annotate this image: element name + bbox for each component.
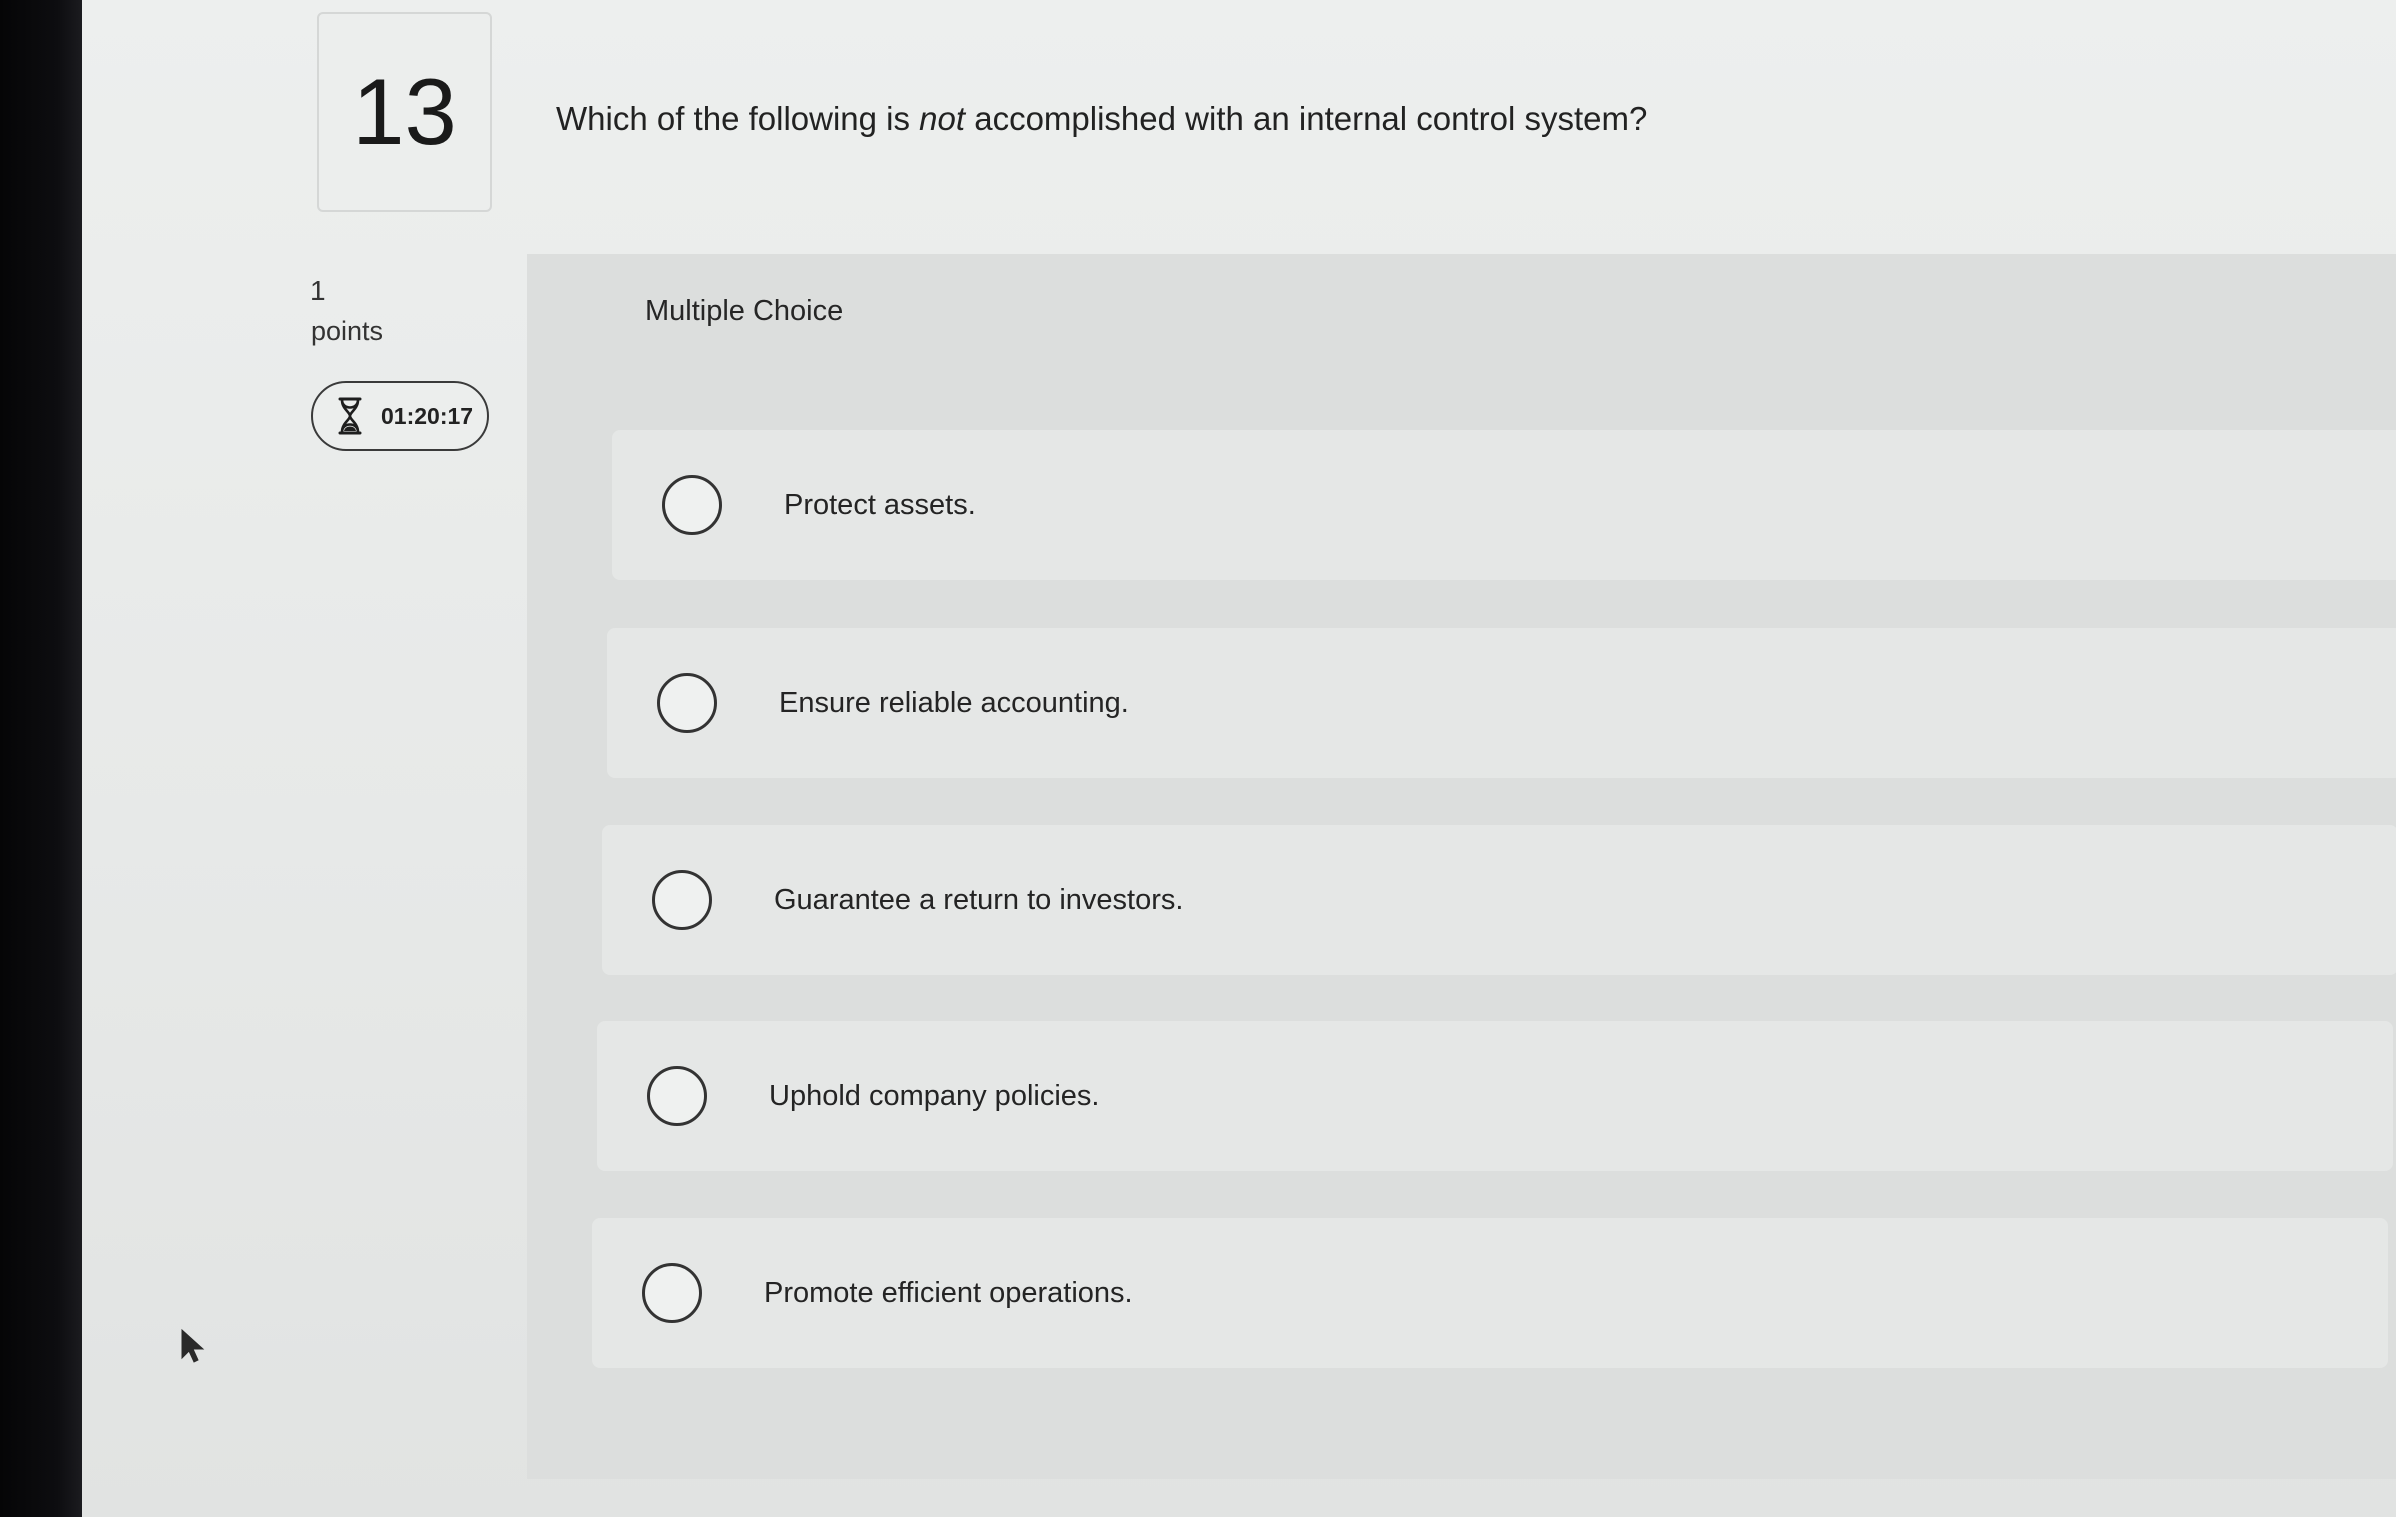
option-label: Guarantee a return to investors. [774, 883, 1184, 916]
option-label: Uphold company policies. [769, 1079, 1100, 1112]
points-value: 1 [310, 275, 326, 306]
radio-button[interactable] [652, 870, 712, 930]
answer-option[interactable]: Ensure reliable accounting. [607, 628, 2396, 778]
option-label: Ensure reliable accounting. [779, 686, 1129, 719]
answer-option[interactable]: Guarantee a return to investors. [602, 825, 2396, 975]
monitor-bezel [0, 0, 82, 1517]
radio-button[interactable] [642, 1263, 702, 1323]
radio-button[interactable] [647, 1066, 707, 1126]
answer-option[interactable]: Promote efficient operations. [592, 1218, 2388, 1368]
question-prompt: Which of the following is not accomplish… [556, 100, 1647, 138]
answer-option[interactable]: Uphold company policies. [597, 1021, 2393, 1171]
question-text-start: Which of the following is [556, 100, 920, 137]
question-text-end: accomplished with an internal control sy… [965, 100, 1648, 137]
points-label: points [311, 316, 384, 346]
mouse-cursor-icon [181, 1328, 205, 1363]
question-number: 13 [317, 12, 492, 212]
radio-button[interactable] [657, 673, 717, 733]
answer-option[interactable]: Protect assets. [612, 430, 2396, 580]
timer-badge[interactable]: 01:20:17 [311, 381, 489, 451]
timer-text: 01:20:17 [381, 402, 474, 429]
question-type-label: Multiple Choice [645, 295, 844, 327]
option-label: Protect assets. [784, 488, 976, 521]
option-label: Promote efficient operations. [764, 1276, 1133, 1309]
question-text-emphasis: not [919, 100, 966, 137]
radio-button[interactable] [662, 475, 722, 535]
hourglass-icon [338, 397, 362, 435]
